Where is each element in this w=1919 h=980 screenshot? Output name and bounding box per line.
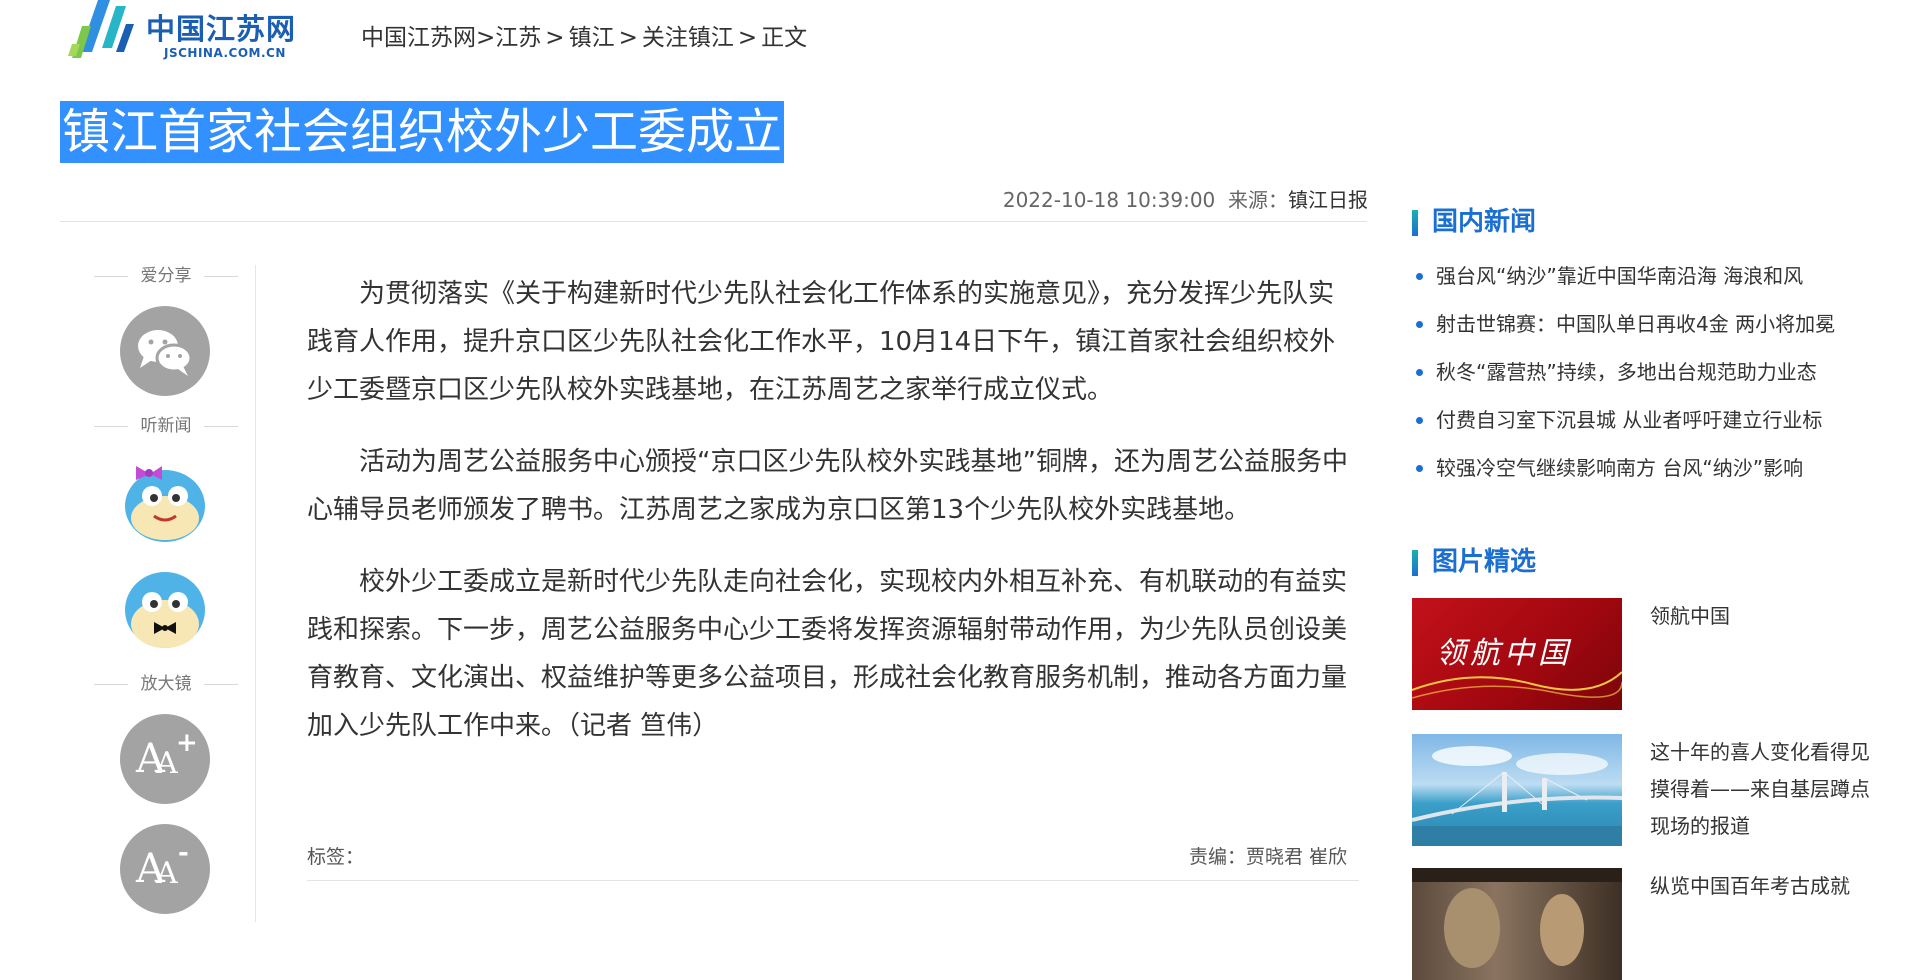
list-item[interactable]: 秋冬“露营热”持续，多地出台规范助力业态 <box>1412 348 1872 396</box>
font-decrease-icon: A A - <box>136 838 189 892</box>
site-header: 中国江苏网 JSCHINA.COM.CN 中国江苏网>江苏 > 镇江 > 关注镇江 > 正文 <box>0 0 1919 70</box>
picture-caption: 这十年的喜人变化看得见摸得着——来自基层蹲点现场的报道 <box>1650 740 1870 838</box>
picture-thumbnail <box>1412 868 1622 980</box>
zoom-in-button[interactable]: A A + <box>120 714 210 804</box>
article-paragraph: 为贯彻落实《关于构建新时代少先队社会化工作体系的实施意见》，充分发挥少先队实践育… <box>307 279 1336 405</box>
editor-value: 贾晓君 崔欣 <box>1245 846 1347 868</box>
divider <box>307 880 1359 881</box>
breadcrumb: 中国江苏网>江苏 > 镇江 > 关注镇江 > 正文 <box>361 18 807 52</box>
editor-info: 责编：贾晓君 崔欣 <box>1189 842 1347 869</box>
article-title: 镇江首家社会组织校外少工委成立 <box>60 101 785 163</box>
list-item[interactable]: 射击世锦赛：中国队单日再收4金 两小将加冕 <box>1412 300 1872 348</box>
article-datetime: 2022-10-18 10:39:00 <box>1002 188 1216 212</box>
breadcrumb-current: 正文 <box>761 25 808 51</box>
zoom-label: 放大镜 <box>80 670 252 698</box>
breadcrumb-home[interactable]: 中国江苏网>江苏 <box>361 25 541 51</box>
divider <box>60 221 1367 222</box>
list-item[interactable]: 较强冷空气继续影响南方 台风“纳沙”影响 <box>1412 444 1872 492</box>
sidebar: 国内新闻 强台风“纳沙”靠近中国华南沿海 海浪和风 射击世锦赛：中国队单日再收4… <box>1412 200 1872 980</box>
logo-subtext: JSCHINA.COM.CN <box>164 46 286 60</box>
list-item[interactable]: 付费自习室下沉县城 从业者呼吁建立行业标 <box>1412 396 1872 444</box>
listen-female-voice-button[interactable] <box>118 452 212 546</box>
breadcrumb-separator: > <box>545 25 565 51</box>
domestic-news-list: 强台风“纳沙”靠近中国华南沿海 海浪和风 射击世锦赛：中国队单日再收4金 两小将… <box>1412 252 1872 492</box>
article-paragraph: 活动为周艺公益服务中心颁授“京口区少先队校外实践基地”铜牌，还为周艺公益服务中心… <box>307 447 1348 525</box>
share-label: 爱分享 <box>80 262 252 290</box>
breadcrumb-separator: > <box>737 25 758 51</box>
logo-text: 中国江苏网 <box>146 12 297 46</box>
picture-thumbnail <box>1412 734 1622 846</box>
breadcrumb-separator: > <box>618 25 638 51</box>
archaeology-photo <box>1412 868 1622 968</box>
list-item[interactable]: 强台风“纳沙”靠近中国华南沿海 海浪和风 <box>1412 252 1872 300</box>
picture-item[interactable]: 纵览中国百年考古成就 <box>1412 868 1872 980</box>
tags-label: 标签： <box>307 846 365 868</box>
article-paragraph: 校外少工委成立是新时代少先队走向社会化，实现校内外相互补充、有机联动的有益实践和… <box>307 567 1348 741</box>
picture-item[interactable]: 领航中国 领航中国 <box>1412 598 1872 710</box>
editor-label: 责编： <box>1188 846 1246 868</box>
breadcrumb-zhenjiang[interactable]: 镇江 <box>569 25 615 51</box>
article-body: 为贯彻落实《关于构建新时代少先队社会化工作体系的实施意见》，充分发挥少先队实践育… <box>307 270 1357 774</box>
jschina-logo-icon <box>68 0 134 58</box>
picture-thumbnail: 领航中国 <box>1412 598 1622 710</box>
site-logo[interactable]: 中国江苏网 JSCHINA.COM.CN <box>64 0 314 70</box>
picture-caption: 纵览中国百年考古成就 <box>1650 874 1850 898</box>
domestic-news-heading: 国内新闻 <box>1412 200 1872 244</box>
listen-label: 听新闻 <box>80 412 252 440</box>
breadcrumb-focus-zhenjiang[interactable]: 关注镇江 <box>642 25 734 51</box>
picture-item[interactable]: 这十年的喜人变化看得见摸得着——来自基层蹲点现场的报道 <box>1412 734 1872 846</box>
bridge-photo <box>1412 746 1622 846</box>
font-increase-icon: A A + <box>136 728 198 782</box>
picture-caption: 领航中国 <box>1650 604 1730 628</box>
listen-male-voice-button[interactable] <box>118 562 212 656</box>
zoom-out-button[interactable]: A A - <box>120 824 210 914</box>
source-value: 镇江日报 <box>1288 188 1368 212</box>
thumbnail-text: 领航中国 <box>1436 636 1572 671</box>
source-label: 来源： <box>1228 188 1288 212</box>
wechat-icon <box>138 330 193 376</box>
column-divider <box>255 265 256 922</box>
picture-selection-heading: 图片精选 <box>1412 540 1872 584</box>
female-avatar-icon <box>125 466 205 542</box>
male-avatar-icon <box>125 572 205 648</box>
wechat-share-button[interactable] <box>120 306 210 396</box>
article-meta: 2022-10-18 10:39:00 来源：镇江日报 <box>1003 184 1368 213</box>
article-footer: 标签： 责编：贾晓君 崔欣 <box>307 842 1357 869</box>
